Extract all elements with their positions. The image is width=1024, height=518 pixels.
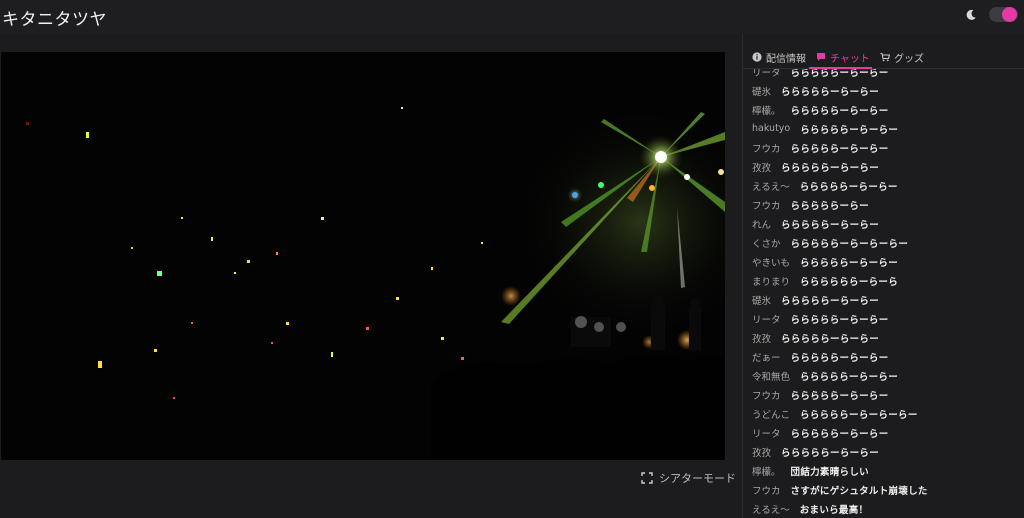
moon-icon[interactable] [964, 8, 978, 22]
chat-message-list: リータ らららららーらーらー 礎氷 らららららーらーらー 檸檬。 らららららーらーらー ha… [743, 69, 1024, 518]
chat-username[interactable]: 礎氷 [752, 84, 771, 98]
chat-username[interactable]: 孜孜 [752, 160, 771, 174]
top-bar: キタニタツヤ [0, 0, 1024, 34]
chat-message: 令和無色 らららららーらーらー [743, 366, 1024, 385]
chat-username[interactable]: 檸檬。 [752, 464, 781, 478]
chat-message-text: らららららーらーらー [790, 428, 889, 440]
chat-message-text: らららららーらーらー [790, 105, 889, 117]
cart-icon [880, 52, 890, 62]
tab-goods-label: グッズ [894, 53, 924, 65]
chat-message: えるえ〜 おまいら最高！ [743, 499, 1024, 518]
chat-message-text: らららららーらーらー [800, 371, 899, 383]
chat-message: えるえ〜 らららららーらーらー [743, 176, 1024, 195]
chat-username[interactable]: hakutyo [752, 123, 790, 134]
chat-message: 檸檬。 らららららーらーらー [743, 100, 1024, 119]
chat-username[interactable]: フウカ [752, 141, 781, 155]
chat-username[interactable]: フウカ [752, 483, 781, 497]
chat-message-text: らららららーらー [790, 200, 869, 212]
chat-username[interactable]: リータ [752, 69, 781, 79]
chat-message: フウカ さすがにゲシュタルト崩壊した [743, 480, 1024, 499]
chat-username[interactable]: れん [752, 217, 771, 231]
chat-message: れん らららららーらーらー [743, 214, 1024, 233]
chat-username[interactable]: えるえ〜 [752, 179, 790, 193]
theme-toggle[interactable] [989, 7, 1018, 22]
concert-video-frame [1, 52, 725, 460]
tab-stream-info-label: 配信情報 [766, 53, 806, 65]
chat-message-text: らららららーらーらー [790, 352, 889, 364]
player-area: シアターモード [0, 34, 742, 518]
chat-message: 檸檬。 団結力素晴らしい [743, 461, 1024, 480]
chat-username[interactable]: 礎氷 [752, 293, 771, 307]
chat-message-text: 団結力素晴らしい [790, 466, 869, 478]
chat-message-text: らららららーらーらー [781, 295, 880, 307]
tab-chat-label: チャット [830, 53, 870, 65]
chat-message-text: さすがにゲシュタルト崩壊した [790, 485, 928, 497]
chat-message: フウカ らららららーらー [743, 195, 1024, 214]
chat-message-text: らららららーらーらーらー [790, 238, 909, 250]
chat-message-text: らららららーらーらー [790, 69, 889, 79]
chat-username[interactable]: まりまり [752, 274, 790, 288]
chat-message: フウカ らららららーらーらー [743, 385, 1024, 404]
chat-username[interactable]: 令和無色 [752, 369, 790, 383]
chat-username[interactable]: フウカ [752, 388, 781, 402]
chat-username[interactable]: 孜孜 [752, 445, 771, 459]
chat-message-text: らららららーらーらー [781, 333, 880, 345]
chat-username[interactable]: えるえ〜 [752, 502, 790, 516]
chat-message: 孜孜 らららららーらーらー [743, 442, 1024, 461]
chat-message: 孜孜 らららららーらーらー [743, 328, 1024, 347]
chat-message: やきいも らららららーらーらー [743, 252, 1024, 271]
chat-username[interactable]: フウカ [752, 198, 781, 212]
chat-message: リータ らららららーらーらー [743, 69, 1024, 81]
chat-message-text: おまいら最高！ [799, 504, 869, 516]
theater-mode-button[interactable]: シアターモード [641, 470, 736, 486]
chat-message-text: らららららーらーらー [781, 162, 880, 174]
chat-message: くさか らららららーらーらーらー [743, 233, 1024, 252]
sidebar-tabs: 配信情報 チャット グッズ [743, 34, 1024, 69]
chat-message: まりまり ららららららーらーら [743, 271, 1024, 290]
chat-username[interactable]: くさか [752, 236, 781, 250]
chat-message-text: らららららーらーらー [799, 181, 898, 193]
tab-chat[interactable]: チャット [816, 49, 870, 65]
theater-mode-label: シアターモード [659, 472, 736, 485]
info-icon [752, 52, 762, 62]
chat-username[interactable]: やきいも [752, 255, 790, 269]
chat-username[interactable]: リータ [752, 426, 781, 440]
chat-message: フウカ らららららーらーらー [743, 138, 1024, 157]
chat-message: 孜孜 らららららーらーらー [743, 157, 1024, 176]
chat-message-text: らららららーらーらー [800, 124, 899, 136]
chat-message-text: らららららーらーらー [781, 219, 880, 231]
chat-message: リータ らららららーらーらー [743, 423, 1024, 442]
chat-panel[interactable]: リータ らららららーらーらー 礎氷 らららららーらーらー 檸檬。 らららららーらーらー ha… [743, 69, 1024, 518]
video-player[interactable] [1, 52, 725, 460]
chat-message-text: らららららーらーらー [800, 257, 899, 269]
chat-message: 礎氷 らららららーらーらー [743, 290, 1024, 309]
chat-message-text: らららららーらーらー [790, 143, 889, 155]
chat-message: リータ らららららーらーらー [743, 309, 1024, 328]
tab-stream-info[interactable]: 配信情報 [752, 49, 806, 65]
toggle-knob [1002, 7, 1017, 22]
chat-username[interactable]: 檸檬。 [752, 103, 781, 117]
page-title: キタニタツヤ [2, 10, 107, 30]
chat-message-text: らららららーらーらー [781, 86, 880, 98]
chat-message: 礎氷 らららららーらーらー [743, 81, 1024, 100]
chat-message-text: らららららーらーらー [790, 390, 889, 402]
expand-icon [641, 472, 653, 484]
chat-message-text: らららららーらーらーらー [800, 409, 918, 421]
chat-username[interactable]: だぁー [752, 350, 781, 364]
chat-message-text: ららららららーらーら [800, 276, 899, 288]
chat-message-text: らららららーらーらー [781, 447, 880, 459]
sidebar: 配信情報 チャット グッズ リータ らららららーらーらー 礎氷 らららららーらーらー檸… [742, 34, 1024, 518]
chat-username[interactable]: リータ [752, 312, 781, 326]
chat-message: だぁー らららららーらーらー [743, 347, 1024, 366]
chat-message: hakutyo らららららーらーらー [743, 119, 1024, 138]
chat-username[interactable]: うどんこ [752, 407, 790, 421]
chat-username[interactable]: 孜孜 [752, 331, 771, 345]
tab-goods[interactable]: グッズ [880, 49, 924, 65]
chat-icon [817, 53, 825, 61]
chat-message: うどんこ らららららーらーらーらー [743, 404, 1024, 423]
chat-message-text: らららららーらーらー [790, 314, 889, 326]
